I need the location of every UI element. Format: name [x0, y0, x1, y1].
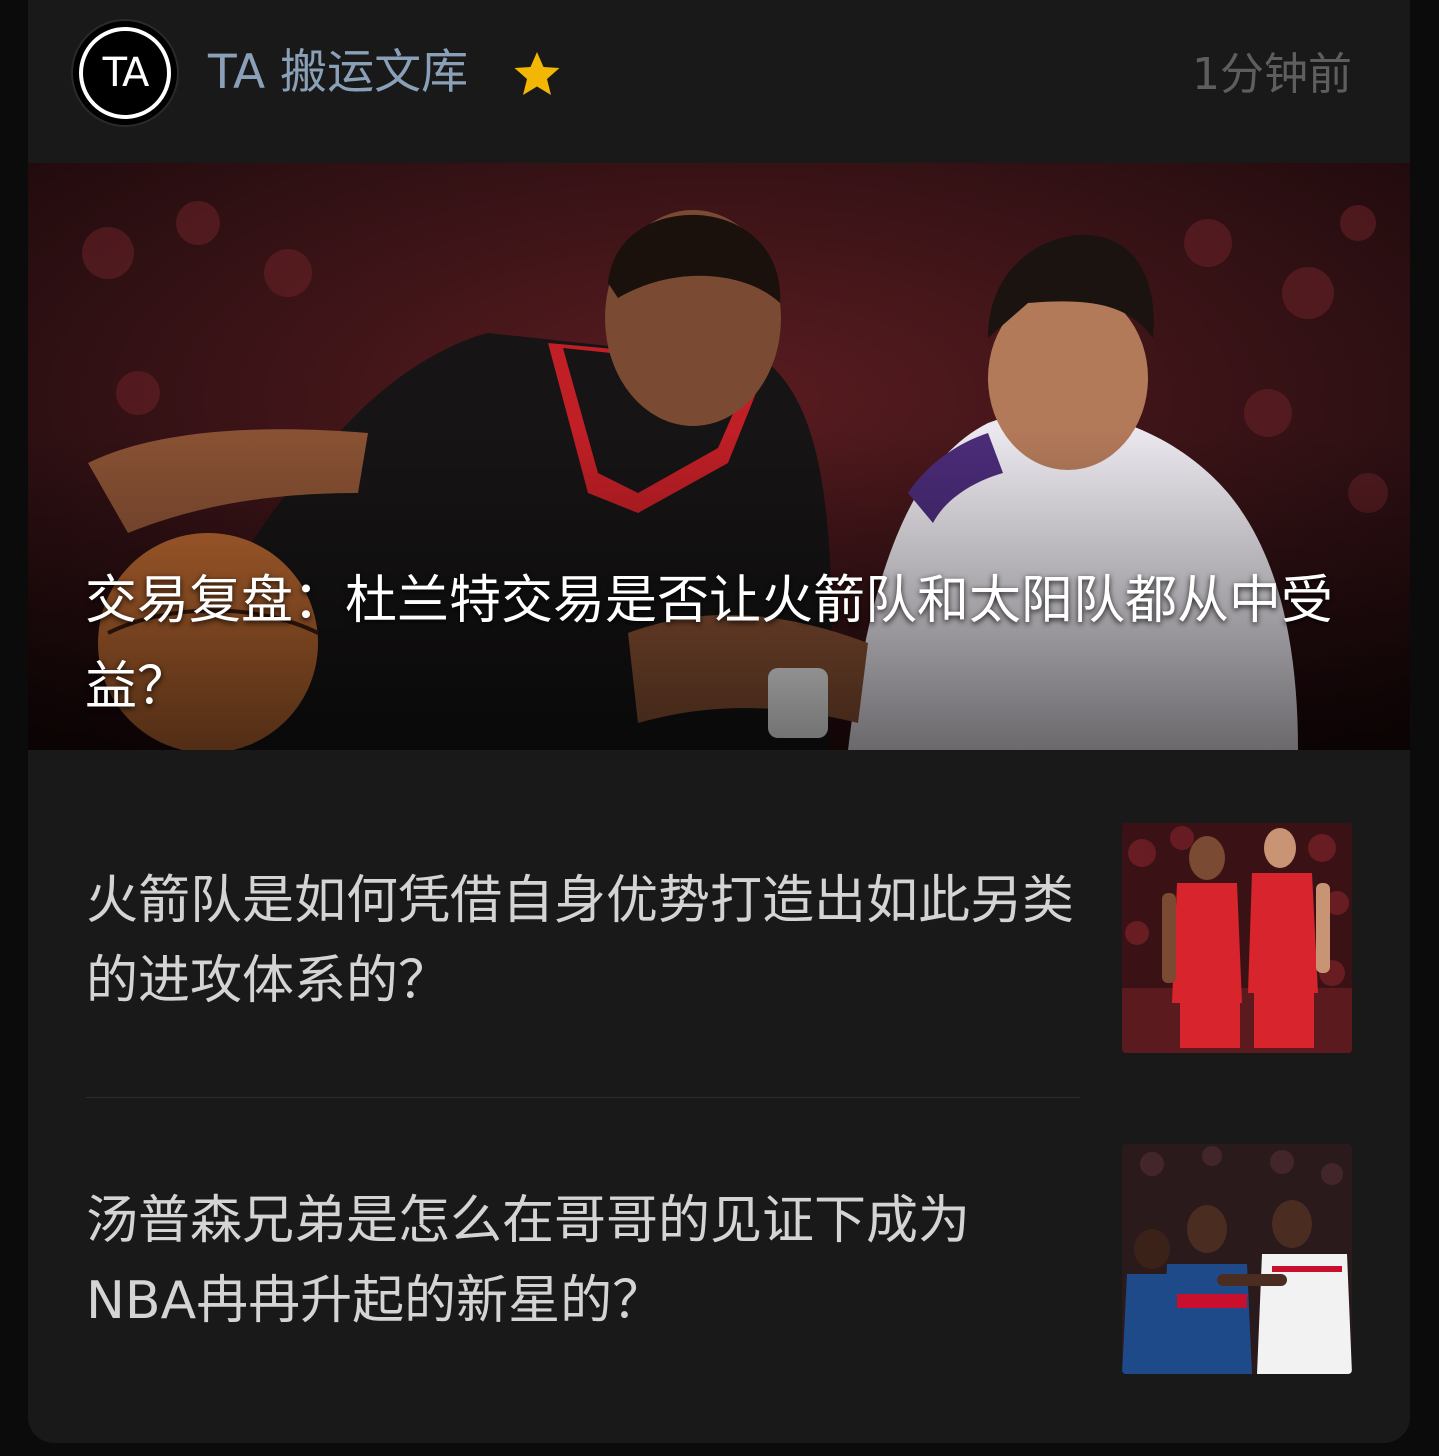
list-item[interactable]: 汤普森兄弟是怎么在哥哥的见证下成为NBA冉冉升起的新星的？: [28, 1098, 1410, 1443]
hero-article[interactable]: 交易复盘：杜兰特交易是否让火箭队和太阳队都从中受益？: [28, 163, 1410, 750]
avatar-initials: TA: [79, 27, 171, 119]
article-thumbnail[interactable]: [1122, 1144, 1352, 1374]
feed-card[interactable]: TA TA 搬运文库 1分钟前 交易复盘：杜兰特交易是否让火箭队和太阳队都从中受…: [28, 0, 1410, 1443]
star-icon: [514, 52, 560, 95]
article-thumbnail[interactable]: [1122, 823, 1352, 1053]
avatar[interactable]: TA: [73, 21, 177, 125]
hero-title[interactable]: 交易复盘：杜兰特交易是否让火箭队和太阳队都从中受益？: [85, 558, 1345, 730]
post-time: 1分钟前: [1192, 49, 1352, 100]
article-title[interactable]: 火箭队是如何凭借自身优势打造出如此另类的进攻体系的？: [86, 861, 1076, 1021]
rockets-players-photo: [1122, 823, 1352, 1053]
list-item[interactable]: 火箭队是如何凭借自身优势打造出如此另类的进攻体系的？: [28, 750, 1410, 1097]
pistons-rockets-game-photo: [1122, 1144, 1352, 1374]
post-header: TA TA 搬运文库 1分钟前: [28, 0, 1410, 163]
article-title[interactable]: 汤普森兄弟是怎么在哥哥的见证下成为NBA冉冉升起的新星的？: [86, 1181, 1076, 1341]
author-name[interactable]: TA 搬运文库: [208, 38, 468, 108]
